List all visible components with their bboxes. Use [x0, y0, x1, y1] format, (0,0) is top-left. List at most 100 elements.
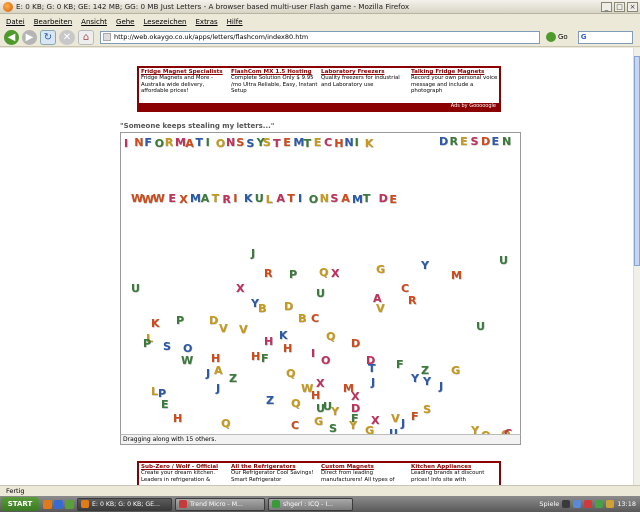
magnet-letter[interactable]: Y [423, 376, 431, 387]
magnet-letter[interactable]: H [211, 353, 220, 364]
magnet-letter[interactable]: J [371, 377, 375, 388]
home-button[interactable]: ⌂ [78, 29, 94, 45]
magnet-letter[interactable]: M [352, 194, 363, 205]
magnet-letter[interactable]: X [316, 378, 324, 389]
magnet-letter[interactable]: U [499, 255, 508, 266]
magnet-letter[interactable]: D [284, 301, 293, 312]
tray-label[interactable]: Spiele [539, 500, 559, 508]
magnet-letter[interactable]: T [304, 138, 312, 149]
magnet-letter[interactable]: A [276, 193, 285, 204]
magnet-letter[interactable]: R [222, 194, 230, 205]
menu-lesezeichen[interactable]: Lesezeichen [144, 18, 187, 26]
forward-button[interactable]: ▶ [22, 29, 37, 45]
magnet-letter[interactable]: I [355, 137, 359, 148]
tray-icon[interactable] [606, 500, 615, 508]
magnet-letter[interactable]: S [163, 341, 171, 352]
ad-item[interactable]: FlashCom MX 1.5 Hosting Complete Solutio… [231, 69, 319, 95]
tray-icon[interactable] [562, 500, 571, 508]
magnet-letter[interactable]: S [330, 193, 338, 204]
magnet-letter[interactable]: X [331, 268, 339, 279]
magnet-letter[interactable]: S [423, 404, 431, 415]
magnet-letter[interactable]: M [451, 270, 462, 281]
vertical-scrollbar[interactable] [633, 48, 640, 485]
tray-icon[interactable] [573, 500, 582, 508]
tray-icon[interactable] [595, 500, 604, 508]
maximize-button[interactable]: □ [614, 2, 625, 12]
magnet-letter[interactable]: C [324, 137, 332, 148]
magnet-letter[interactable]: D [439, 136, 448, 147]
menu-datei[interactable]: Datei [6, 18, 25, 26]
magnet-letter[interactable]: V [239, 324, 248, 335]
magnet-letter[interactable]: C [291, 420, 299, 431]
magnet-letter[interactable]: R [408, 295, 416, 306]
magnet-letter[interactable]: K [365, 138, 374, 149]
magnet-letter[interactable]: P [289, 269, 297, 280]
magnet-letter[interactable]: N [226, 137, 235, 148]
magnet-letter[interactable]: F [396, 359, 404, 370]
taskbar-item-icq[interactable]: shgerl : ICQ - I... [268, 497, 353, 511]
stop-button[interactable]: ✕ [59, 29, 75, 45]
magnet-letter[interactable]: P [143, 338, 151, 349]
magnet-letter[interactable]: Z [266, 395, 274, 406]
magnet-letter[interactable]: N [134, 137, 143, 148]
magnet-letter[interactable]: J [251, 248, 255, 259]
magnet-letter[interactable]: E [283, 137, 291, 148]
magnet-letter[interactable]: J [206, 368, 210, 379]
magnet-letter[interactable]: L [266, 194, 273, 205]
menu-ansicht[interactable]: Ansicht [81, 18, 107, 26]
magnet-letter[interactable]: V [219, 323, 228, 334]
magnet-letter[interactable]: N [320, 193, 329, 204]
magnet-letter[interactable]: K [279, 330, 288, 341]
magnet-letter[interactable]: P [176, 315, 184, 326]
magnet-letter[interactable]: R [450, 136, 458, 147]
magnet-letter[interactable]: U [131, 283, 140, 294]
scrollbar-thumb[interactable] [634, 56, 640, 266]
close-button[interactable]: × [627, 2, 638, 12]
address-bar[interactable]: http://web.okaygo.co.uk/apps/letters/fla… [100, 30, 540, 44]
magnet-letter[interactable]: X [351, 391, 359, 402]
ads-by-google-link[interactable]: Ads by Gooooogle [139, 103, 499, 110]
magnet-letter[interactable]: M [190, 193, 201, 204]
magnet-letter[interactable]: O [309, 194, 318, 205]
magnet-letter[interactable]: F [144, 137, 152, 148]
menu-gehe[interactable]: Gehe [116, 18, 134, 26]
magnet-letter[interactable]: I [311, 348, 315, 359]
magnet-letter[interactable]: J [439, 381, 443, 392]
magnet-letter[interactable]: E [168, 193, 176, 204]
magnet-letter[interactable]: X [179, 194, 187, 205]
magnet-letter[interactable]: T [195, 137, 203, 148]
ad-item[interactable]: Fridge Magnet Specialists Fridge Magnets… [141, 69, 229, 95]
minimize-button[interactable]: _ [601, 2, 612, 12]
magnet-letter[interactable]: C [401, 283, 409, 294]
magnet-letter[interactable]: Q [221, 418, 230, 429]
magnet-letter[interactable]: I [206, 137, 210, 148]
back-button[interactable]: ◀ [4, 29, 19, 45]
menu-hilfe[interactable]: Hilfe [227, 18, 243, 26]
magnet-letter[interactable]: T [363, 193, 371, 204]
magnet-letter[interactable]: S [471, 136, 479, 147]
taskbar-item-trendmicro[interactable]: Trend Micro - M... [175, 497, 265, 511]
magnet-letter[interactable]: P [158, 388, 166, 399]
magnet-letter[interactable]: G [314, 416, 323, 427]
tray-icon[interactable] [584, 500, 593, 508]
magnet-letter[interactable]: Z [229, 373, 237, 384]
magnet-letter[interactable]: V [376, 303, 385, 314]
menu-bearbeiten[interactable]: Bearbeiten [34, 18, 72, 26]
magnet-letter[interactable]: S [263, 137, 271, 148]
magnet-letter[interactable]: J [401, 418, 405, 429]
magnet-letter[interactable]: A [185, 138, 194, 149]
menu-extras[interactable]: Extras [196, 18, 218, 26]
go-button[interactable]: Go [543, 31, 571, 44]
magnet-letter[interactable]: E [460, 136, 468, 147]
taskbar-item-firefox[interactable]: E: 0 KB; G: 0 KB; GE... [77, 497, 172, 511]
magnet-letter[interactable]: O [155, 138, 164, 149]
magnet-letter[interactable]: H [251, 351, 260, 362]
magnet-letter[interactable]: Y [331, 406, 339, 417]
magnet-letter[interactable]: W [181, 355, 193, 366]
magnet-letter[interactable]: U [316, 288, 325, 299]
magnet-letter[interactable]: R [264, 268, 272, 279]
magnet-letter[interactable]: Q [286, 368, 295, 379]
magnet-letter[interactable]: O [321, 355, 330, 366]
magnet-letter[interactable]: U [255, 193, 264, 204]
magnet-letter[interactable]: W [153, 193, 165, 204]
